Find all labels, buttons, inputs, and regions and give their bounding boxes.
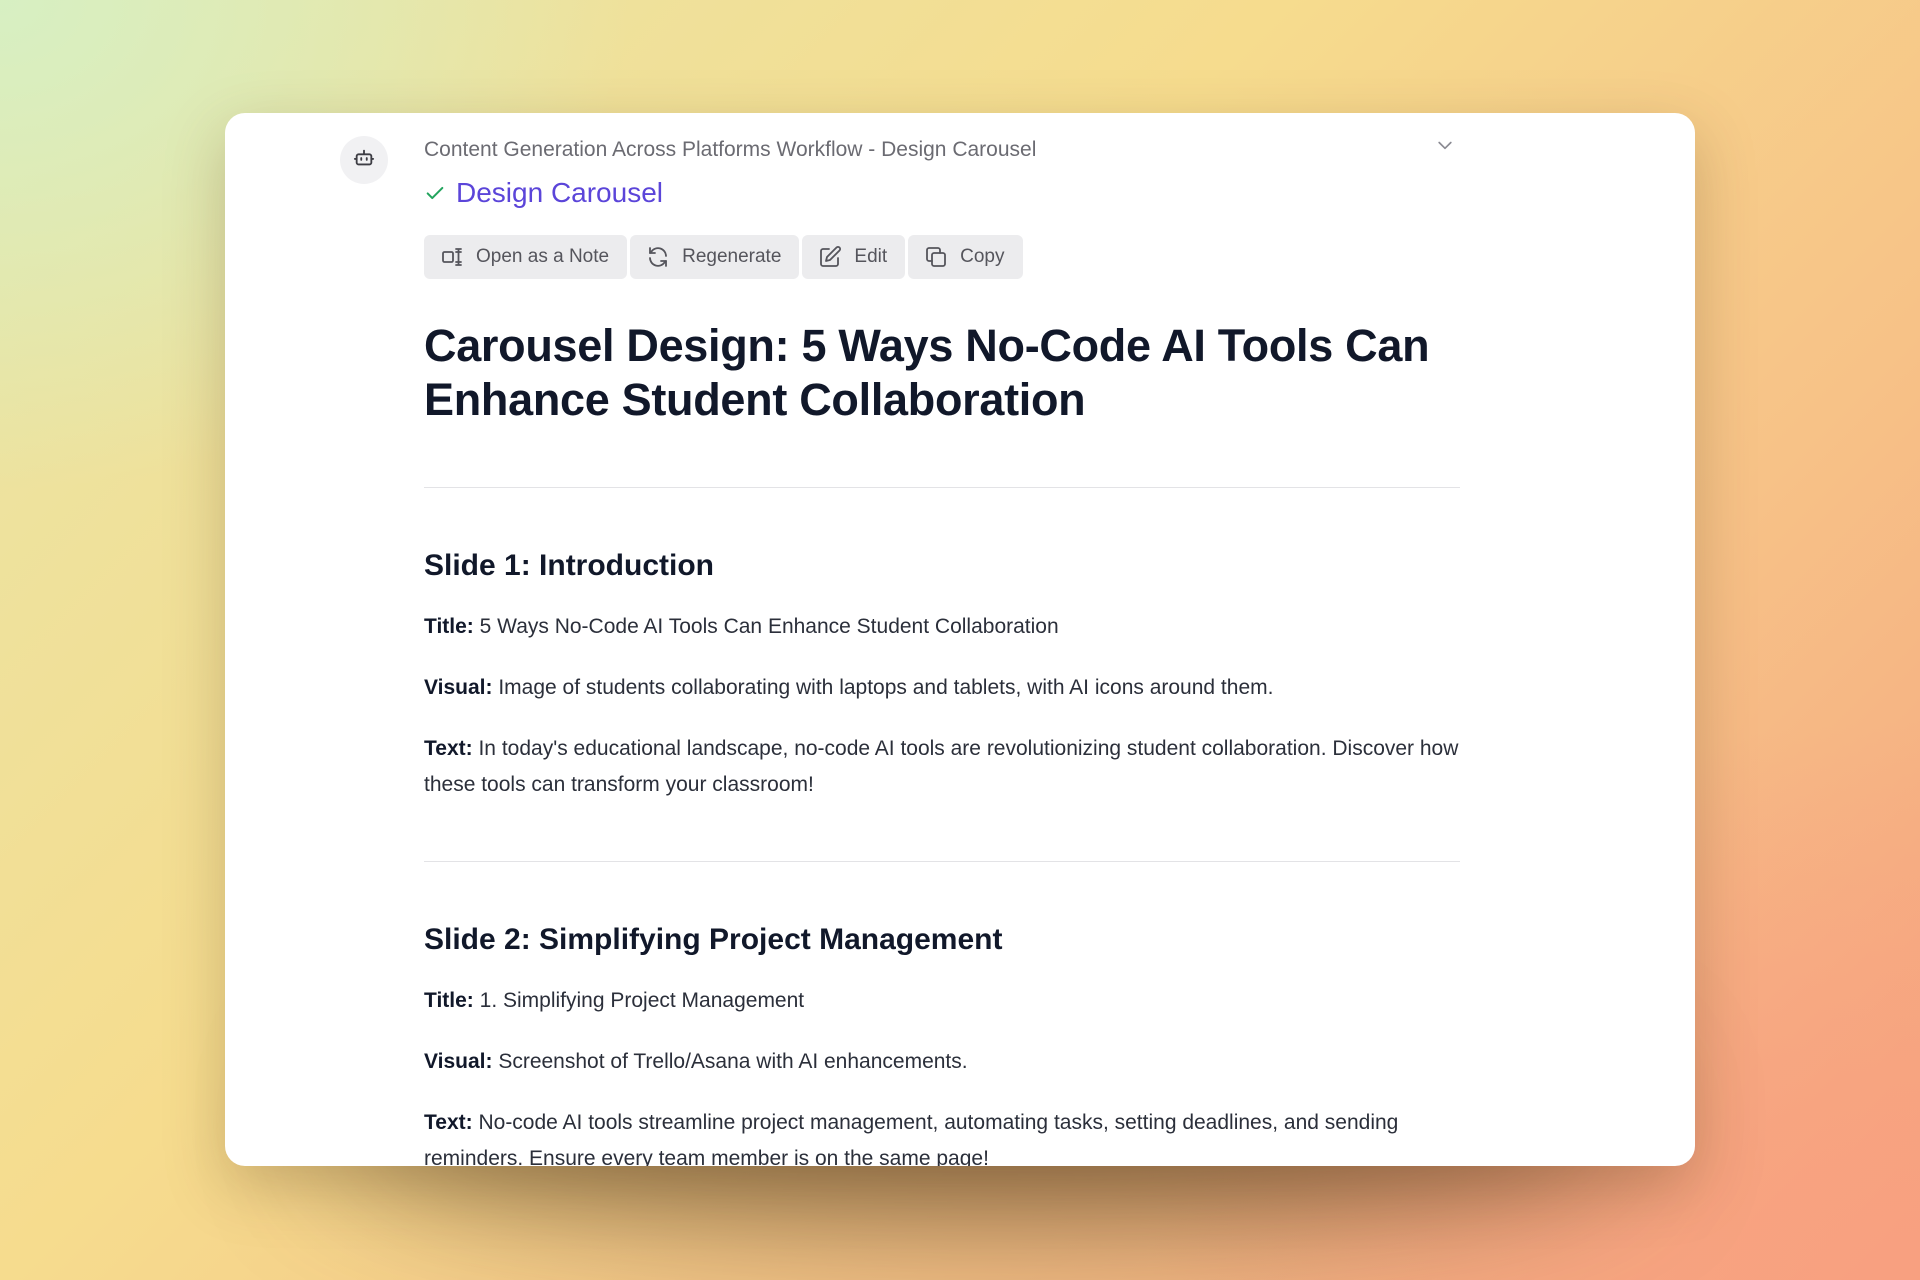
field-value: 5 Ways No-Code AI Tools Can Enhance Stud… xyxy=(479,615,1059,638)
section-divider xyxy=(424,861,1460,862)
slide-heading: Slide 1: Introduction xyxy=(424,549,714,582)
workflow-breadcrumb: Content Generation Across Platforms Work… xyxy=(424,138,1037,161)
slide-visual-line: Visual: Image of students collaborating … xyxy=(424,670,1460,706)
copy-icon xyxy=(924,245,948,269)
field-value: Image of students collaborating with lap… xyxy=(498,676,1274,699)
field-value: 1. Simplifying Project Management xyxy=(479,989,805,1012)
step-title: Design Carousel xyxy=(456,177,663,208)
step-content: Content Generation Across Platforms Work… xyxy=(424,135,1460,1166)
field-label: Title: xyxy=(424,989,474,1012)
slide-visual-line: Visual: Screenshot of Trello/Asana with … xyxy=(424,1044,1460,1080)
edit-label: Edit xyxy=(854,246,888,267)
regenerate-label: Regenerate xyxy=(682,246,782,267)
note-icon xyxy=(440,245,464,269)
edit-icon xyxy=(818,245,842,269)
edit-button[interactable]: Edit xyxy=(802,235,906,279)
document-title: Carousel Design: 5 Ways No-Code AI Tools… xyxy=(424,320,1430,425)
field-label: Text: xyxy=(424,737,473,760)
copy-button[interactable]: Copy xyxy=(908,235,1023,279)
open-as-note-label: Open as a Note xyxy=(476,246,610,267)
field-label: Title: xyxy=(424,615,474,638)
open-as-note-button[interactable]: Open as a Note xyxy=(424,235,628,279)
section-divider xyxy=(424,487,1460,488)
field-label: Visual: xyxy=(424,1050,493,1073)
slide-title-line: Title: 1. Simplifying Project Management xyxy=(424,983,1460,1019)
step-title-row: Design Carousel xyxy=(424,175,1460,211)
slide-title-line: Title: 5 Ways No-Code AI Tools Can Enhan… xyxy=(424,609,1460,645)
slide-text-line: Text: In today's educational landscape, … xyxy=(424,731,1460,803)
workflow-step-card: Content Generation Across Platforms Work… xyxy=(225,113,1695,1166)
action-toolbar: Open as a Note Regenerate Edit Copy xyxy=(424,235,1460,279)
copy-label: Copy xyxy=(960,246,1005,267)
slide-text-line: Text: No-code AI tools streamline projec… xyxy=(424,1105,1460,1166)
field-label: Text: xyxy=(424,1111,473,1134)
field-value: In today's educational landscape, no-cod… xyxy=(424,737,1459,796)
field-value: No-code AI tools streamline project mana… xyxy=(424,1111,1399,1166)
bot-avatar xyxy=(340,136,388,184)
regenerate-button[interactable]: Regenerate xyxy=(630,235,800,279)
bot-icon xyxy=(353,147,375,174)
check-icon xyxy=(424,181,448,205)
field-value: Screenshot of Trello/Asana with AI enhan… xyxy=(498,1050,968,1073)
slide-heading: Slide 2: Simplifying Project Management xyxy=(424,923,1003,956)
refresh-icon xyxy=(646,245,670,269)
field-label: Visual: xyxy=(424,676,493,699)
